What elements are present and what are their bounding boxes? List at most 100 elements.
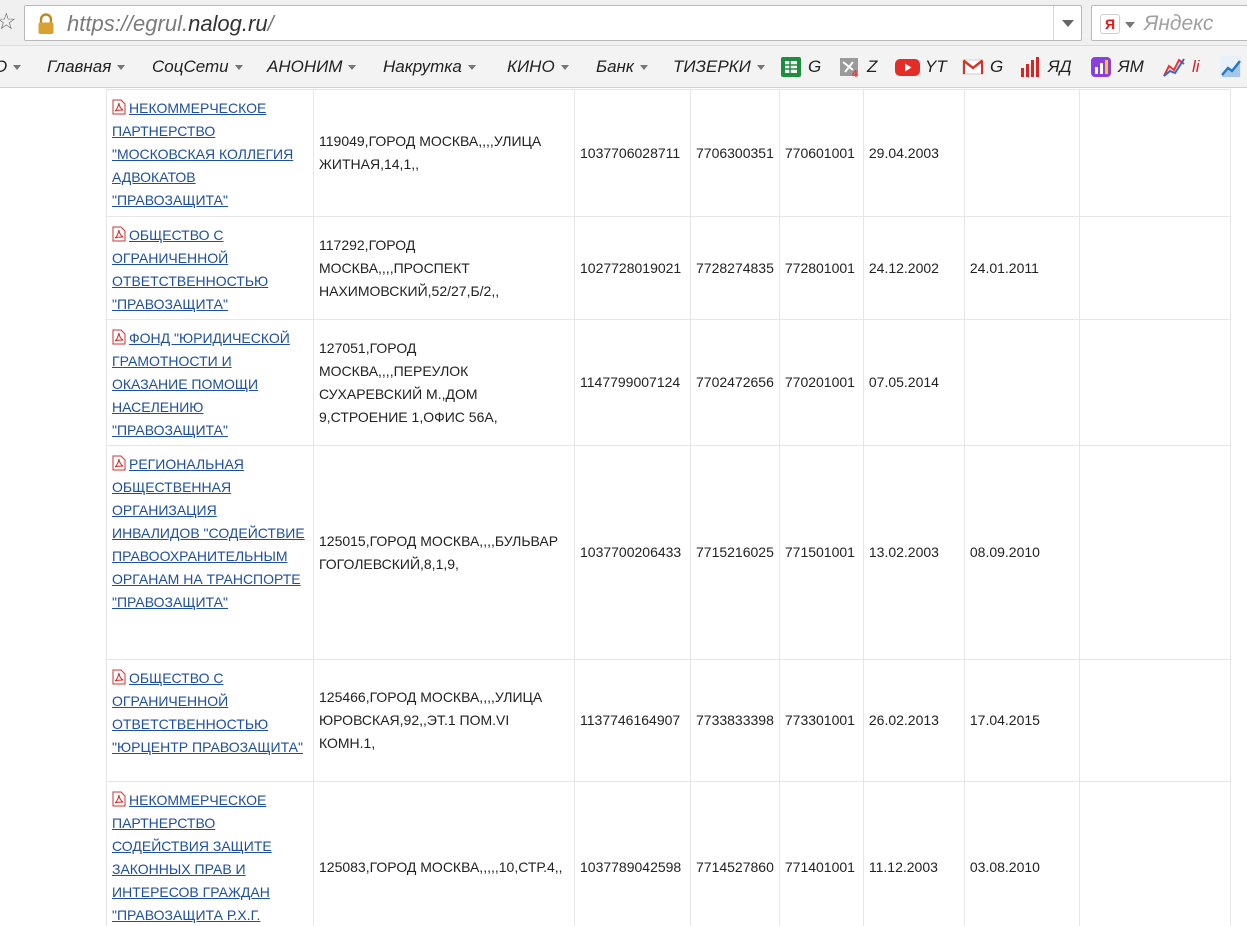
bookmark-ym-label[interactable]: ЯМ <box>1118 55 1144 79</box>
reg-date-cell: 29.04.2003 <box>862 89 965 217</box>
address-cell: 119049,ГОРОД МОСКВА,,,,УЛИЦА ЖИТНАЯ,14,1… <box>313 89 575 217</box>
address-cell: 125083,ГОРОД МОСКВА,,,,,10,СТР.4,, <box>313 781 575 926</box>
bookmark-star-icon[interactable]: ☆ <box>0 8 17 36</box>
gmail-icon[interactable] <box>962 56 984 78</box>
inn-cell: 7733833398 <box>690 659 780 782</box>
end-date-cell <box>963 319 1080 446</box>
address-cell: 117292,ГОРОД МОСКВА,,,,ПРОСПЕКТ НАХИМОВС… <box>313 216 575 320</box>
bookmark-folder-nakrutka[interactable]: Накрутка <box>383 55 476 79</box>
pdf-icon <box>112 791 126 807</box>
kpp-cell: 771401001 <box>778 781 864 926</box>
pdf-icon <box>112 455 126 471</box>
metrika-icon[interactable] <box>1090 56 1112 78</box>
inn-cell: 7706300351 <box>690 89 780 217</box>
reg-date-cell: 24.12.2002 <box>862 216 965 320</box>
org-name-cell: НЕКОММЕРЧЕСКОЕ ПАРТНЕРСТВО СОДЕЙСТВИЯ ЗА… <box>106 781 314 926</box>
bookmark-folder-kino[interactable]: КИНО <box>507 55 569 79</box>
trend-icon[interactable] <box>1220 56 1242 78</box>
bookmark-yad-label[interactable]: ЯД <box>1048 55 1072 79</box>
address-bar[interactable]: https://egrul.nalog.ru/ <box>24 5 1082 41</box>
bookmark-folder-anonim[interactable]: АНОНИМ <box>267 55 357 79</box>
org-name-cell: НЕКОММЕРЧЕСКОЕ ПАРТНЕРСТВО "МОСКОВСКАЯ К… <box>106 89 314 217</box>
svg-text:4: 4 <box>852 69 858 78</box>
org-name-link[interactable]: НЕКОММЕРЧЕСКОЕ ПАРТНЕРСТВО СОДЕЙСТВИЯ ЗА… <box>112 792 272 926</box>
empty-cell <box>1078 319 1231 446</box>
results-page: НЕКОММЕРЧЕСКОЕ ПАРТНЕРСТВО "МОСКОВСКАЯ К… <box>0 89 1247 926</box>
pdf-icon <box>112 99 126 115</box>
table-row: ОБЩЕСТВО С ОГРАНИЧЕННОЙ ОТВЕТСТВЕННОСТЬЮ… <box>106 216 1231 320</box>
url-history-dropdown[interactable] <box>1053 6 1081 40</box>
kpp-cell: 773301001 <box>778 659 864 782</box>
kpp-cell: 771501001 <box>778 445 864 660</box>
pdf-icon <box>112 226 126 242</box>
bookmark-folder-main[interactable]: Главная <box>47 55 126 79</box>
bookmark-folder-o[interactable]: О <box>0 55 22 79</box>
address-cell: 125466,ГОРОД МОСКВА,,,,УЛИЦА ЮРОВСКАЯ,92… <box>313 659 575 782</box>
kpp-cell: 770201001 <box>778 319 864 446</box>
empty-cell <box>1078 445 1231 660</box>
table-row: ФОНД "ЮРИДИЧЕСКОЙ ГРАМОТНОСТИ И ОКАЗАНИЕ… <box>106 319 1231 446</box>
end-date-cell <box>963 89 1080 217</box>
org-name-link[interactable]: НЕКОММЕРЧЕСКОЕ ПАРТНЕРСТВО "МОСКОВСКАЯ К… <box>112 100 293 208</box>
org-name-cell: ОБЩЕСТВО С ОГРАНИЧЕННОЙ ОТВЕТСТВЕННОСТЬЮ… <box>106 216 314 320</box>
bookmark-li-label[interactable]: li <box>1192 55 1200 79</box>
results-table: НЕКОММЕРЧЕСКОЕ ПАРТНЕРСТВО "МОСКОВСКАЯ К… <box>106 89 1231 926</box>
pdf-icon <box>112 329 126 345</box>
bar-chart-icon[interactable] <box>1020 56 1042 78</box>
z-icon[interactable]: 4 <box>839 56 861 78</box>
org-name-link[interactable]: РЕГИОНАЛЬНАЯ ОБЩЕСТВЕННАЯ ОРГАНИЗАЦИЯ ИН… <box>112 456 305 610</box>
chevron-down-icon[interactable] <box>1125 22 1135 28</box>
bookmarks-bar: О Главная СоцСети АНОНИМ Накрутка КИНО Б… <box>0 46 1247 88</box>
end-date-cell: 17.04.2015 <box>963 659 1080 782</box>
inn-cell: 7715216025 <box>690 445 780 660</box>
chevron-down-icon <box>756 65 765 71</box>
table-row: НЕКОММЕРЧЕСКОЕ ПАРТНЕРСТВО "МОСКОВСКАЯ К… <box>106 89 1231 217</box>
bookmark-sheets-label[interactable]: G <box>808 55 821 79</box>
address-cell: 125015,ГОРОД МОСКВА,,,,БУЛЬВАР ГОГОЛЕВСК… <box>313 445 575 660</box>
ogrn-cell: 1027728019021 <box>574 216 691 320</box>
bookmark-folder-bank[interactable]: Банк <box>596 55 648 79</box>
bookmark-folder-social[interactable]: СоцСети <box>152 55 243 79</box>
url-text[interactable]: https://egrul.nalog.ru/ <box>67 11 274 37</box>
pdf-icon <box>112 669 126 685</box>
bookmark-gmail-label[interactable]: G <box>990 55 1003 79</box>
table-row: НЕКОММЕРЧЕСКОЕ ПАРТНЕРСТВО СОДЕЙСТВИЯ ЗА… <box>106 781 1231 926</box>
liveinternet-icon[interactable] <box>1163 56 1185 78</box>
inn-cell: 7728274835 <box>690 216 780 320</box>
chevron-down-icon <box>348 65 357 71</box>
chevron-down-icon <box>234 65 243 71</box>
reg-date-cell: 13.02.2003 <box>862 445 965 660</box>
ogrn-cell: 1137746164907 <box>574 659 691 782</box>
yandex-icon[interactable]: Я <box>1100 14 1120 34</box>
org-name-link[interactable]: ОБЩЕСТВО С ОГРАНИЧЕННОЙ ОТВЕТСТВЕННОСТЬЮ… <box>112 227 268 312</box>
kpp-cell: 772801001 <box>778 216 864 320</box>
search-input[interactable]: Я Яндекс <box>1091 5 1247 41</box>
empty-cell <box>1078 781 1231 926</box>
ogrn-cell: 1037700206433 <box>574 445 691 660</box>
ogrn-cell: 1037789042598 <box>574 781 691 926</box>
inn-cell: 7714527860 <box>690 781 780 926</box>
reg-date-cell: 26.02.2013 <box>862 659 965 782</box>
address-cell: 127051,ГОРОД МОСКВА,,,,ПЕРЕУЛОК СУХАРЕВС… <box>313 319 575 446</box>
chevron-down-icon <box>560 65 569 71</box>
chevron-down-icon <box>1062 20 1074 27</box>
lock-icon <box>38 13 54 34</box>
org-name-cell: ФОНД "ЮРИДИЧЕСКОЙ ГРАМОТНОСТИ И ОКАЗАНИЕ… <box>106 319 314 446</box>
end-date-cell: 03.08.2010 <box>963 781 1080 926</box>
reg-date-cell: 07.05.2014 <box>862 319 965 446</box>
org-name-link[interactable]: ФОНД "ЮРИДИЧЕСКОЙ ГРАМОТНОСТИ И ОКАЗАНИЕ… <box>112 330 290 438</box>
kpp-cell: 770601001 <box>778 89 864 217</box>
inn-cell: 7702472656 <box>690 319 780 446</box>
bookmark-youtube-label[interactable]: YT <box>925 55 947 79</box>
bookmark-folder-tizerki[interactable]: ТИЗЕРКИ <box>673 55 765 79</box>
sheets-icon[interactable] <box>780 56 802 78</box>
youtube-icon[interactable] <box>895 56 920 78</box>
empty-cell <box>1078 659 1231 782</box>
ogrn-cell: 1147799007124 <box>574 319 691 446</box>
bookmark-z-label[interactable]: Z <box>867 55 877 79</box>
org-name-link[interactable]: ОБЩЕСТВО С ОГРАНИЧЕННОЙ ОТВЕТСТВЕННОСТЬЮ… <box>112 670 303 755</box>
search-placeholder: Яндекс <box>1144 12 1214 35</box>
reg-date-cell: 11.12.2003 <box>862 781 965 926</box>
chevron-down-icon <box>117 65 126 71</box>
table-row: ОБЩЕСТВО С ОГРАНИЧЕННОЙ ОТВЕТСТВЕННОСТЬЮ… <box>106 659 1231 782</box>
